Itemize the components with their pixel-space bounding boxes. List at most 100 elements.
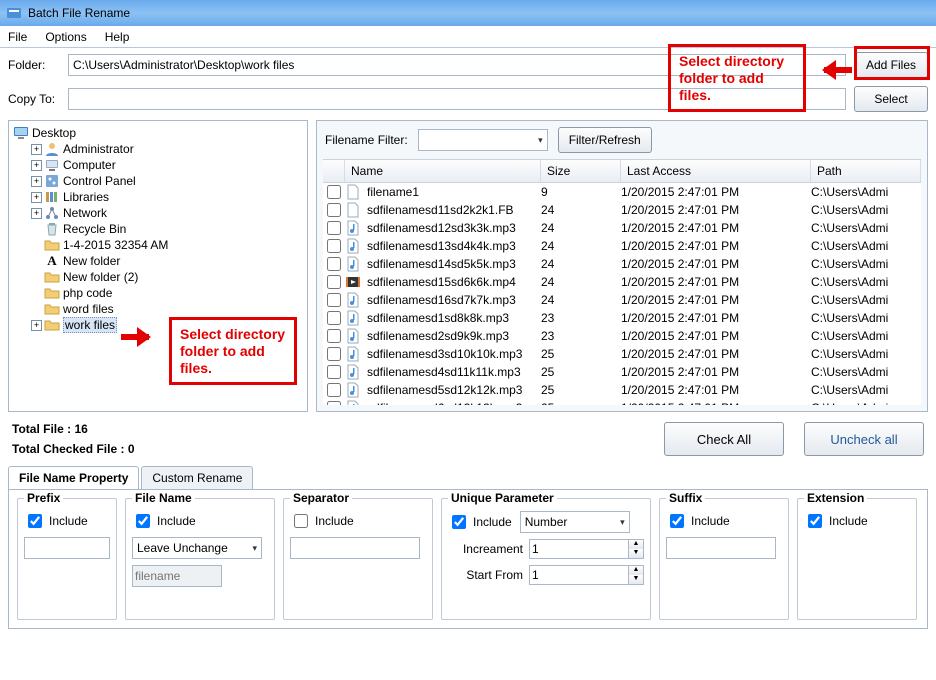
tree-item[interactable]: +Control Panel xyxy=(13,173,303,189)
unique-include-check[interactable] xyxy=(452,515,466,529)
file-row[interactable]: sdfilenamesd6sd13k13k.mp3251/20/2015 2:4… xyxy=(323,399,921,405)
filename-text-input xyxy=(132,565,222,587)
audio-icon xyxy=(345,238,361,254)
row-checkbox[interactable] xyxy=(327,365,341,379)
col-size[interactable]: Size xyxy=(541,160,621,182)
prefix-input[interactable] xyxy=(24,537,110,559)
suffix-input[interactable] xyxy=(666,537,776,559)
cell-size: 25 xyxy=(541,347,621,361)
filter-combo[interactable] xyxy=(418,129,548,151)
row-checkbox[interactable] xyxy=(327,185,341,199)
col-path[interactable]: Path xyxy=(811,160,921,182)
unique-type-combo[interactable]: Number xyxy=(520,511,630,533)
file-row[interactable]: sdfilenamesd3sd10k10k.mp3251/20/2015 2:4… xyxy=(323,345,921,363)
cell-size: 24 xyxy=(541,203,621,217)
tree-item[interactable]: + Libraries xyxy=(13,189,303,205)
file-row[interactable]: filename191/20/2015 2:47:01 PMC:\Users\A… xyxy=(323,183,921,201)
network-icon xyxy=(44,205,60,221)
row-checkbox[interactable] xyxy=(327,311,341,325)
afile-icon: A xyxy=(44,253,60,269)
extension-include-check[interactable] xyxy=(808,514,822,528)
tree-item-label: Administrator xyxy=(63,142,134,156)
row-checkbox[interactable] xyxy=(327,239,341,253)
cell-size: 25 xyxy=(541,365,621,379)
filename-mode-combo[interactable]: Leave Unchange xyxy=(132,537,262,559)
startfrom-spinner[interactable]: ▲▼ xyxy=(529,565,644,585)
filter-label: Filename Filter: xyxy=(325,133,408,147)
file-row[interactable]: sdfilenamesd11sd2k2k1.FB241/20/2015 2:47… xyxy=(323,201,921,219)
folder-icon xyxy=(44,285,60,301)
tree-item[interactable]: New folder (2) xyxy=(13,269,303,285)
cell-name: sdfilenamesd11sd2k2k1.FB xyxy=(365,203,541,217)
uncheck-all-button[interactable]: Uncheck all xyxy=(804,422,924,456)
expand-toggle[interactable]: + xyxy=(31,208,42,219)
row-checkbox[interactable] xyxy=(327,293,341,307)
tree-body: Desktop + Administrator+Computer+Control P… xyxy=(13,125,303,333)
total-checked: Total Checked File : 0 xyxy=(12,442,135,456)
tree-item[interactable]: +Network xyxy=(13,205,303,221)
check-all-button[interactable]: Check All xyxy=(664,422,784,456)
row-checkbox[interactable] xyxy=(327,329,341,343)
tree-item[interactable]: ANew folder xyxy=(13,253,303,269)
file-row[interactable]: sdfilenamesd5sd12k12k.mp3251/20/2015 2:4… xyxy=(323,381,921,399)
cell-name: sdfilenamesd14sd5k5k.mp3 xyxy=(365,257,541,271)
startfrom-label: Start From xyxy=(466,568,523,582)
file-row[interactable]: sdfilenamesd2sd9k9k.mp3231/20/2015 2:47:… xyxy=(323,327,921,345)
monitor-icon xyxy=(13,125,29,141)
row-checkbox[interactable] xyxy=(327,401,341,405)
col-check[interactable] xyxy=(323,160,345,182)
cell-path: C:\Users\Admi xyxy=(811,221,921,235)
filename-include-check[interactable] xyxy=(136,514,150,528)
tree-item-label: work files xyxy=(63,317,117,333)
menu-options[interactable]: Options xyxy=(45,30,86,44)
folder-tree[interactable]: Desktop + Administrator+Computer+Control P… xyxy=(8,120,308,412)
file-row[interactable]: sdfilenamesd16sd7k7k.mp3241/20/2015 2:47… xyxy=(323,291,921,309)
col-name[interactable]: Name xyxy=(345,160,541,182)
tree-item[interactable]: +Computer xyxy=(13,157,303,173)
increment-spinner[interactable]: ▲▼ xyxy=(529,539,644,559)
row-checkbox[interactable] xyxy=(327,275,341,289)
window-title: Batch File Rename xyxy=(28,6,130,20)
tree-item[interactable]: php code xyxy=(13,285,303,301)
tree-item[interactable]: 1-4-2015 32354 AM xyxy=(13,237,303,253)
row-checkbox[interactable] xyxy=(327,257,341,271)
filter-refresh-button[interactable]: Filter/Refresh xyxy=(558,127,652,153)
tab-file-name-property[interactable]: File Name Property xyxy=(8,466,139,489)
expand-toggle[interactable]: + xyxy=(31,320,42,331)
cell-lastaccess: 1/20/2015 2:47:01 PM xyxy=(621,347,811,361)
file-row[interactable]: sdfilenamesd13sd4k4k.mp3241/20/2015 2:47… xyxy=(323,237,921,255)
prefix-include-check[interactable] xyxy=(28,514,42,528)
file-row[interactable]: sdfilenamesd15sd6k6k.mp4241/20/2015 2:47… xyxy=(323,273,921,291)
audio-icon xyxy=(345,310,361,326)
expand-toggle[interactable]: + xyxy=(31,160,42,171)
file-icon xyxy=(345,184,361,200)
separator-input[interactable] xyxy=(290,537,420,559)
row-checkbox[interactable] xyxy=(327,221,341,235)
col-lastaccess[interactable]: Last Access xyxy=(621,160,811,182)
separator-include-check[interactable] xyxy=(294,514,308,528)
cell-path: C:\Users\Admi xyxy=(811,275,921,289)
suffix-include-check[interactable] xyxy=(670,514,684,528)
menu-file[interactable]: File xyxy=(8,30,27,44)
row-checkbox[interactable] xyxy=(327,383,341,397)
file-row[interactable]: sdfilenamesd12sd3k3k.mp3241/20/2015 2:47… xyxy=(323,219,921,237)
cell-path: C:\Users\Admi xyxy=(811,203,921,217)
tree-item[interactable]: Recycle Bin xyxy=(13,221,303,237)
expand-toggle[interactable]: + xyxy=(31,192,42,203)
file-row[interactable]: sdfilenamesd14sd5k5k.mp3241/20/2015 2:47… xyxy=(323,255,921,273)
select-button[interactable]: Select xyxy=(854,86,928,112)
tree-item[interactable]: word files xyxy=(13,301,303,317)
row-checkbox[interactable] xyxy=(327,203,341,217)
menu-help[interactable]: Help xyxy=(105,30,130,44)
file-row[interactable]: sdfilenamesd1sd8k8k.mp3231/20/2015 2:47:… xyxy=(323,309,921,327)
row-checkbox[interactable] xyxy=(327,347,341,361)
tree-item-label: word files xyxy=(63,302,114,316)
tab-custom-rename[interactable]: Custom Rename xyxy=(141,466,253,489)
expand-toggle[interactable]: + xyxy=(31,144,42,155)
tree-item[interactable]: + Administrator xyxy=(13,141,303,157)
tree-root[interactable]: Desktop xyxy=(13,125,303,141)
tree-item-label: php code xyxy=(63,286,112,300)
file-row[interactable]: sdfilenamesd4sd11k11k.mp3251/20/2015 2:4… xyxy=(323,363,921,381)
tree-item-label: Libraries xyxy=(63,190,109,204)
expand-toggle[interactable]: + xyxy=(31,176,42,187)
